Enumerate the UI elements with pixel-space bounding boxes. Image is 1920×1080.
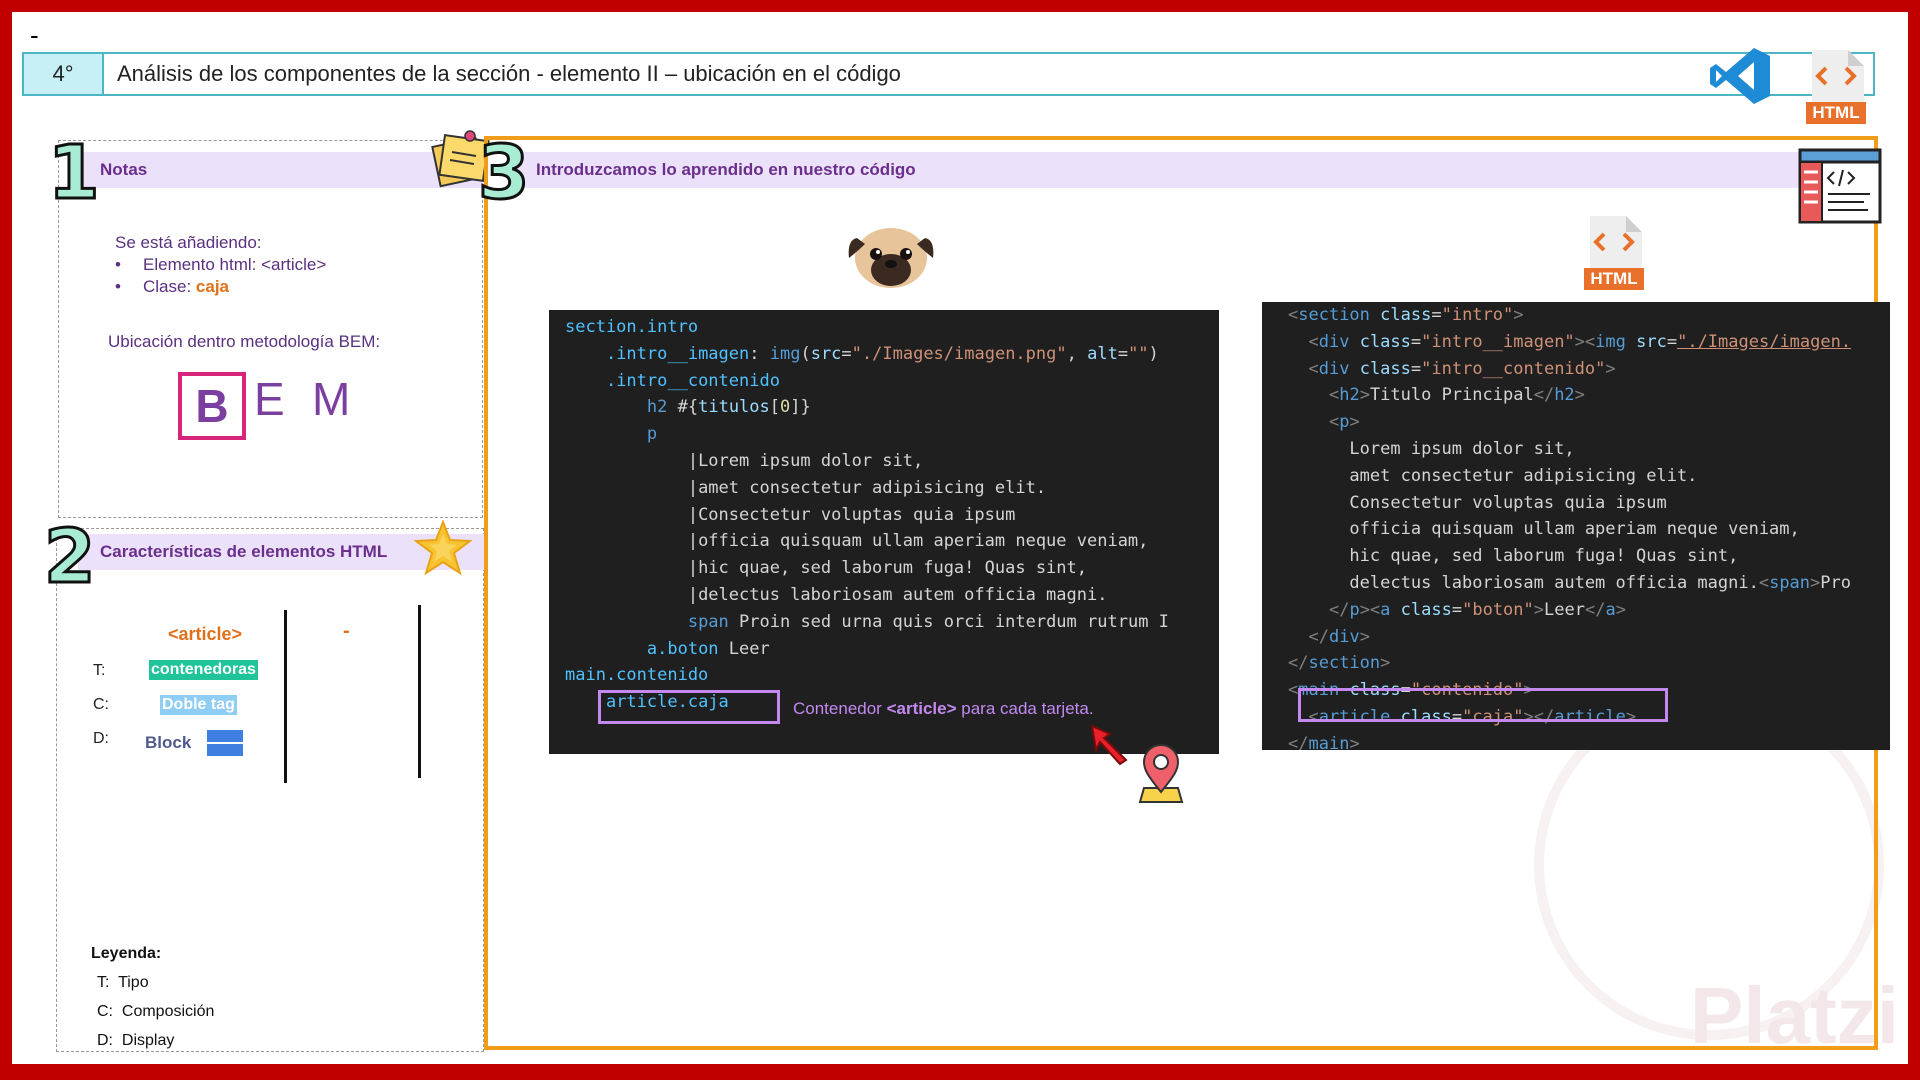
bem-label: Ubicación dentro metodología BEM: (108, 332, 381, 351)
step-1-number: 1 (47, 130, 101, 216)
notes-class-value: caja (195, 277, 230, 296)
legend-item-type: T: Tipo (91, 968, 214, 997)
display-value: Block (145, 733, 192, 752)
bem-element-letter: E (254, 373, 285, 425)
column-divider-right (418, 605, 421, 778)
caption-prefix: Contenedor (793, 699, 887, 718)
legend-value: Composición (121, 1003, 215, 1020)
legend-key: T: (97, 974, 110, 991)
second-column-placeholder: - (343, 620, 350, 642)
row-display-key: D: (93, 730, 109, 747)
html-icon-label: HTML (1812, 103, 1860, 122)
legend: Leyenda: T: Tipo C: Composición D: Displ… (91, 939, 214, 1055)
notes-class-prefix: Clase: (143, 277, 196, 296)
step-3-number: 3 (477, 130, 531, 216)
notes-intro: Se está añadiendo: (115, 233, 262, 252)
row-composition-key: C: (93, 696, 109, 713)
notes-item-element: Elemento html: <article> (115, 254, 326, 276)
composition-badge: Doble tag (160, 695, 237, 715)
legend-key: C: (97, 1003, 113, 1020)
code-panel-title: Introduzcamos lo aprendido en nuestro có… (514, 152, 1878, 188)
row-type-key: T: (93, 662, 106, 679)
article-tag-label: <article> (168, 624, 243, 644)
bem-block-letter: B (178, 372, 246, 440)
top-mark: - (30, 20, 39, 50)
cursor-arrow-icon (1090, 724, 1128, 766)
html-icon-label: HTML (1590, 269, 1638, 288)
type-badge: contenedoras (149, 660, 258, 680)
legend-value: Display (121, 1032, 175, 1049)
notes-panel (58, 140, 483, 518)
html-file-icon: HTML (1804, 48, 1868, 126)
notes-title: Notas (78, 152, 484, 188)
pug-article-highlight (598, 690, 780, 724)
section-title: Análisis de los componentes de la secció… (117, 61, 901, 86)
section-header: 4° Análisis de los componentes de la sec… (22, 52, 1875, 96)
legend-value: Tipo (118, 974, 149, 991)
pug-icon (848, 228, 934, 288)
block-display-icon (207, 730, 243, 756)
notes-body: Se está añadiendo: Elemento html: <artic… (115, 232, 326, 298)
html-file-icon-code: HTML (1582, 214, 1646, 292)
star-icon (414, 520, 472, 576)
location-pin-icon (1138, 744, 1184, 803)
section-number: 4° (24, 54, 104, 94)
legend-item-display: D: Display (91, 1026, 214, 1055)
code-editor-icon (1798, 148, 1882, 224)
notes-item-class: Clase: caja (115, 276, 326, 298)
step-2-number: 2 (43, 514, 97, 600)
legend-title: Leyenda: (91, 945, 162, 962)
bem-modifier-letter: M (312, 373, 351, 425)
html-code-block: <section class="intro"> <div class="intr… (1262, 302, 1890, 750)
vscode-icon (1710, 48, 1770, 104)
legend-item-composition: C: Composición (91, 997, 214, 1026)
caption-tag: <article> (886, 699, 957, 718)
legend-key: D: (97, 1032, 113, 1049)
column-divider-left (284, 610, 287, 783)
caption-suffix: para cada tarjeta. (956, 699, 1094, 718)
article-caption: Contenedor <article> para cada tarjeta. (793, 699, 1094, 719)
html-article-highlight (1298, 688, 1668, 722)
pug-code-block: section.intro .intro__imagen: img(src=".… (549, 310, 1219, 754)
